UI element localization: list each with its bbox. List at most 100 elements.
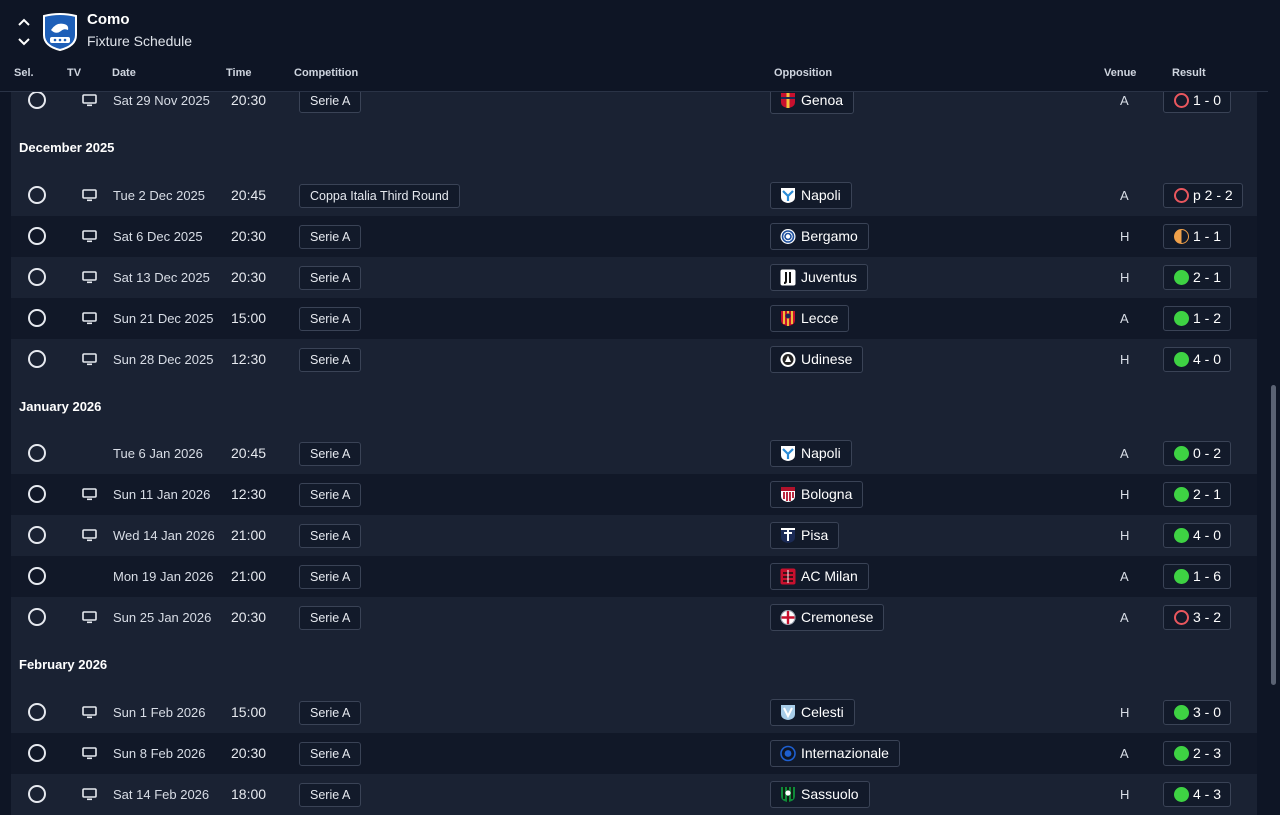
opposition-chip[interactable]: Lecce [770,305,850,332]
fixture-time: 20:30 [231,745,267,761]
team-name[interactable]: Como [87,11,130,28]
result-chip[interactable]: 4 - 0 [1163,347,1232,372]
previous-arrow-icon[interactable] [14,14,34,30]
competition-chip[interactable]: Serie A [299,606,362,630]
fixture-date: Sat 6 Dec 2025 [113,229,203,244]
month-header: January 2026 [11,380,1257,433]
result-chip[interactable]: 2 - 1 [1163,265,1232,290]
column-header-competition[interactable]: Competition [294,67,358,79]
competition-chip[interactable]: Serie A [299,225,362,249]
result-chip[interactable]: 1 - 1 [1163,224,1232,249]
competition-chip[interactable]: Serie A [299,89,362,113]
competition-chip[interactable]: Serie A [299,742,362,766]
column-header-sel[interactable]: Sel. [14,67,34,79]
opposition-chip[interactable]: Napoli [770,440,852,467]
result-chip[interactable]: 0 - 2 [1163,441,1232,466]
como-crest-icon[interactable] [42,13,78,52]
fixture-time: 20:30 [231,609,267,625]
result-chip[interactable]: 1 - 6 [1163,564,1232,589]
column-header-tv[interactable]: TV [67,67,81,79]
table-row[interactable]: Sun 25 Jan 2026 20:30 Serie A Cremonese … [11,597,1257,638]
tv-icon [82,312,97,325]
result-chip[interactable]: 3 - 2 [1163,605,1232,630]
select-radio[interactable] [28,703,46,721]
select-radio[interactable] [28,186,46,204]
fixture-date: Sun 28 Dec 2025 [113,352,214,367]
opposition-chip[interactable]: Sassuolo [770,781,870,808]
table-row[interactable]: Sun 21 Dec 2025 15:00 Serie A Lecce A 1 … [11,298,1257,339]
table-row[interactable]: Sun 28 Dec 2025 12:30 Serie A Udinese H … [11,339,1257,380]
select-radio[interactable] [28,91,46,109]
opposition-chip[interactable]: Udinese [770,346,864,373]
venue: H [1120,352,1130,367]
select-radio[interactable] [28,444,46,462]
opposition-name: Napoli [801,445,841,461]
fixture-list: Sat 29 Nov 2025 20:30 Serie A Genoa A 1 … [0,80,1268,815]
competition-chip[interactable]: Serie A [299,442,362,466]
column-header-opposition[interactable]: Opposition [774,67,832,79]
result-chip[interactable]: 2 - 1 [1163,482,1232,507]
fixture-time: 20:30 [231,92,267,108]
opposition-chip[interactable]: Juventus [770,264,869,291]
competition-chip[interactable]: Serie A [299,307,362,331]
select-radio[interactable] [28,567,46,585]
table-row[interactable]: Tue 2 Dec 2025 20:45 Coppa Italia Third … [11,175,1257,216]
table-row[interactable]: Sat 13 Dec 2025 20:30 Serie A Juventus H… [11,257,1257,298]
table-row[interactable]: Sun 8 Feb 2026 20:30 Serie A Internazion… [11,733,1257,774]
table-row[interactable]: Sat 6 Dec 2025 20:30 Serie A Bergamo H 1… [11,216,1257,257]
result-chip[interactable]: 1 - 2 [1163,306,1232,331]
select-radio[interactable] [28,309,46,327]
select-radio[interactable] [28,744,46,762]
opposition-chip[interactable]: Internazionale [770,740,900,767]
result-chip[interactable]: 4 - 3 [1163,782,1232,807]
next-arrow-icon[interactable] [14,34,34,50]
opposition-chip[interactable]: Cremonese [770,604,885,631]
table-row[interactable]: Sat 14 Feb 2026 18:00 Serie A Sassuolo H… [11,774,1257,815]
result-chip[interactable]: p 2 - 2 [1163,183,1243,208]
result-score: 3 - 0 [1193,704,1222,720]
select-radio[interactable] [28,350,46,368]
opposition-chip[interactable]: Napoli [770,182,852,209]
opposition-chip[interactable]: Celesti [770,699,855,726]
select-radio[interactable] [28,785,46,803]
opposition-chip[interactable]: AC Milan [770,563,869,590]
result-chip[interactable]: 4 - 0 [1163,523,1232,548]
month-label: December 2025 [19,140,115,155]
opposition-chip[interactable]: Bergamo [770,223,869,250]
select-radio[interactable] [28,526,46,544]
column-header-time[interactable]: Time [226,67,251,79]
column-header-result[interactable]: Result [1172,67,1206,79]
select-radio[interactable] [28,227,46,245]
opposition-chip[interactable]: Pisa [770,522,840,549]
competition-chip[interactable]: Serie A [299,348,362,372]
scrollbar[interactable] [1268,62,1280,815]
venue: H [1120,229,1130,244]
table-row[interactable]: Wed 14 Jan 2026 21:00 Serie A Pisa H 4 -… [11,515,1257,556]
result-chip[interactable]: 3 - 0 [1163,700,1232,725]
competition-chip[interactable]: Serie A [299,524,362,548]
win-indicator-icon [1174,705,1189,720]
column-header-venue[interactable]: Venue [1104,67,1136,79]
table-row[interactable]: Mon 19 Jan 2026 21:00 Serie A AC Milan A… [11,556,1257,597]
select-radio[interactable] [28,608,46,626]
table-row[interactable]: Sun 1 Feb 2026 15:00 Serie A Celesti H 3… [11,692,1257,733]
table-row[interactable]: Tue 6 Jan 2026 20:45 Serie A Napoli A 0 … [11,433,1257,474]
fixture-date: Sun 25 Jan 2026 [113,610,212,625]
competition-chip[interactable]: Serie A [299,266,362,290]
napoli-badge-icon [781,188,795,203]
page-header: Como Fixture Schedule [0,0,1280,62]
column-header-date[interactable]: Date [112,67,136,79]
fixture-time: 20:30 [231,228,267,244]
competition-chip[interactable]: Serie A [299,701,362,725]
opposition-chip[interactable]: Bologna [770,481,864,508]
select-radio[interactable] [28,485,46,503]
result-chip[interactable]: 2 - 3 [1163,741,1232,766]
table-row[interactable]: Sun 11 Jan 2026 12:30 Serie A Bologna H … [11,474,1257,515]
celesti-badge-icon [781,705,795,720]
competition-chip[interactable]: Serie A [299,483,362,507]
competition-chip[interactable]: Coppa Italia Third Round [299,184,460,208]
competition-chip[interactable]: Serie A [299,783,362,807]
scrollbar-thumb[interactable] [1271,385,1276,685]
competition-chip[interactable]: Serie A [299,565,362,589]
select-radio[interactable] [28,268,46,286]
